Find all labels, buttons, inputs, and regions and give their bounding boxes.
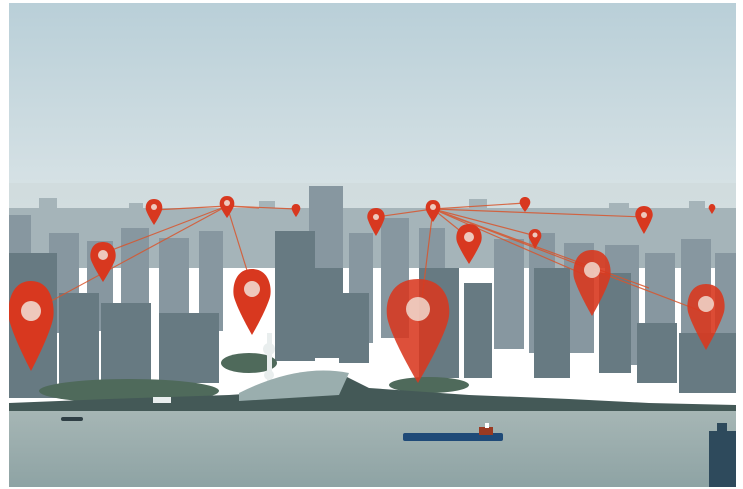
pin-marker-icon [233,269,271,335]
foreground-tower [709,423,736,487]
city-skyline-photo [9,3,736,487]
skyline-illustration [9,3,736,487]
river [9,411,736,487]
